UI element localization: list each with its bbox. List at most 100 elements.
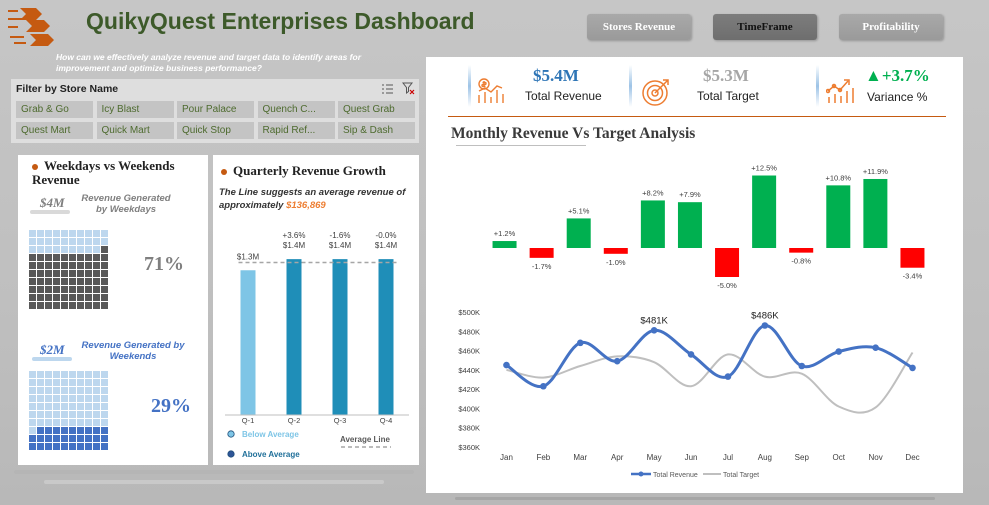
waffle-cell <box>93 278 100 285</box>
waffle-cell <box>69 294 76 301</box>
peak-annotation: $486K <box>751 311 779 322</box>
kpi-variance-value: ▲+3.7% <box>865 66 930 85</box>
store-chip[interactable]: Grab & Go <box>16 101 93 118</box>
x-tick-label: May <box>647 453 662 462</box>
waffle-cell <box>69 395 76 402</box>
quarter-tick-label: Q-2 <box>288 416 301 425</box>
waffle-cell <box>61 435 68 442</box>
waffle-cell <box>69 419 76 426</box>
waffle-cell <box>101 387 108 394</box>
variance-label: -1.7% <box>532 262 552 271</box>
quarter-bar <box>332 259 348 415</box>
waffle-cell <box>85 411 92 418</box>
waffle-cell <box>77 419 84 426</box>
waffle-cell <box>69 403 76 410</box>
bullet-icon <box>32 164 38 171</box>
variance-bar <box>826 185 851 248</box>
filter-title: Filter by Store Name <box>16 83 119 95</box>
store-chip[interactable]: Quench C... <box>257 101 335 118</box>
waffle-cell <box>29 246 36 253</box>
x-tick-label: Nov <box>869 453 883 462</box>
variance-bar <box>529 248 554 258</box>
waffle-cell <box>61 294 68 301</box>
y-tick-label: $500K <box>458 308 480 317</box>
waffle-cell <box>37 246 44 253</box>
store-chip[interactable]: Pour Palace <box>177 101 254 118</box>
weekend-percent: 29% <box>151 395 191 417</box>
waffle-cell <box>53 230 60 237</box>
waffle-cell <box>37 419 44 426</box>
nav-profitability-button[interactable]: Profitability <box>839 14 943 40</box>
waffle-cell <box>93 443 100 450</box>
waffle-cell <box>37 230 44 237</box>
x-tick-label: Mar <box>573 453 587 462</box>
waffle-cell <box>61 254 68 261</box>
waffle-cell <box>93 395 100 402</box>
waffle-cell <box>77 302 84 309</box>
waffle-cell <box>69 230 76 237</box>
waffle-cell <box>53 443 60 450</box>
weekday-underline <box>30 210 70 214</box>
store-chip[interactable]: Quick Mart <box>96 122 174 139</box>
waffle-cell <box>101 427 108 434</box>
store-chip[interactable]: Quick Stop <box>177 122 254 139</box>
waffle-cell <box>77 238 84 245</box>
waffle-cell <box>77 246 84 253</box>
waffle-cell <box>61 246 68 253</box>
variance-bar <box>900 248 925 268</box>
store-chip[interactable]: Quest Grab <box>338 101 415 118</box>
waffle-cell <box>69 278 76 285</box>
waffle-cell <box>29 262 36 269</box>
waffle-cell <box>53 435 60 442</box>
store-chip[interactable]: Quest Mart <box>16 122 93 139</box>
waffle-cell <box>85 443 92 450</box>
waffle-cell <box>45 302 52 309</box>
store-chip[interactable]: Rapid Ref... <box>257 122 335 139</box>
waffle-cell <box>29 435 36 442</box>
waffle-cell <box>69 238 76 245</box>
waffle-cell <box>85 246 92 253</box>
clear-filter-icon[interactable] <box>402 82 415 95</box>
waffle-cell <box>53 286 60 293</box>
multi-select-icon[interactable] <box>381 83 394 95</box>
waffle-cell <box>85 395 92 402</box>
waffle-cell <box>77 427 84 434</box>
variance-bar <box>603 248 628 254</box>
waffle-cell <box>61 403 68 410</box>
waffle-cell <box>45 294 52 301</box>
nav-stores-revenue-button[interactable]: Stores Revenue <box>587 14 691 40</box>
kpi-total-revenue-label: Total Revenue <box>525 89 602 103</box>
waffle-cell <box>29 403 36 410</box>
store-chip[interactable]: Icy Blast <box>96 101 174 118</box>
waffle-cell <box>85 435 92 442</box>
waffle-cell <box>93 262 100 269</box>
waffle-cell <box>45 270 52 277</box>
waffle-cell <box>29 395 36 402</box>
waffle-cell <box>101 395 108 402</box>
quarter-bar <box>286 259 302 415</box>
revenue-point <box>503 361 510 369</box>
waffle-cell <box>45 379 52 386</box>
quarter-value-label: $1.4M <box>329 241 352 250</box>
store-chip[interactable]: Sip & Dash <box>338 122 415 139</box>
waffle-cell <box>37 427 44 434</box>
y-tick-label: $440K <box>458 366 480 375</box>
waffle-cell <box>53 403 60 410</box>
weekdays-card-title: Weekdays vs Weekends Revenue <box>32 159 202 187</box>
variance-bar <box>789 248 814 253</box>
waffle-cell <box>101 411 108 418</box>
weekday-waffle <box>29 230 108 309</box>
waffle-cell <box>37 443 44 450</box>
waffle-cell <box>77 379 84 386</box>
nav-timeframe-button[interactable]: TimeFrame <box>713 14 817 40</box>
x-tick-label: Apr <box>611 453 624 462</box>
legend-revenue-label: Total Revenue <box>653 472 698 479</box>
waffle-cell <box>53 419 60 426</box>
waffle-cell <box>61 443 68 450</box>
waffle-cell <box>29 286 36 293</box>
waffle-cell <box>69 379 76 386</box>
waffle-cell <box>69 443 76 450</box>
waffle-cell <box>61 379 68 386</box>
variance-bar <box>566 218 591 248</box>
waffle-cell <box>77 294 84 301</box>
